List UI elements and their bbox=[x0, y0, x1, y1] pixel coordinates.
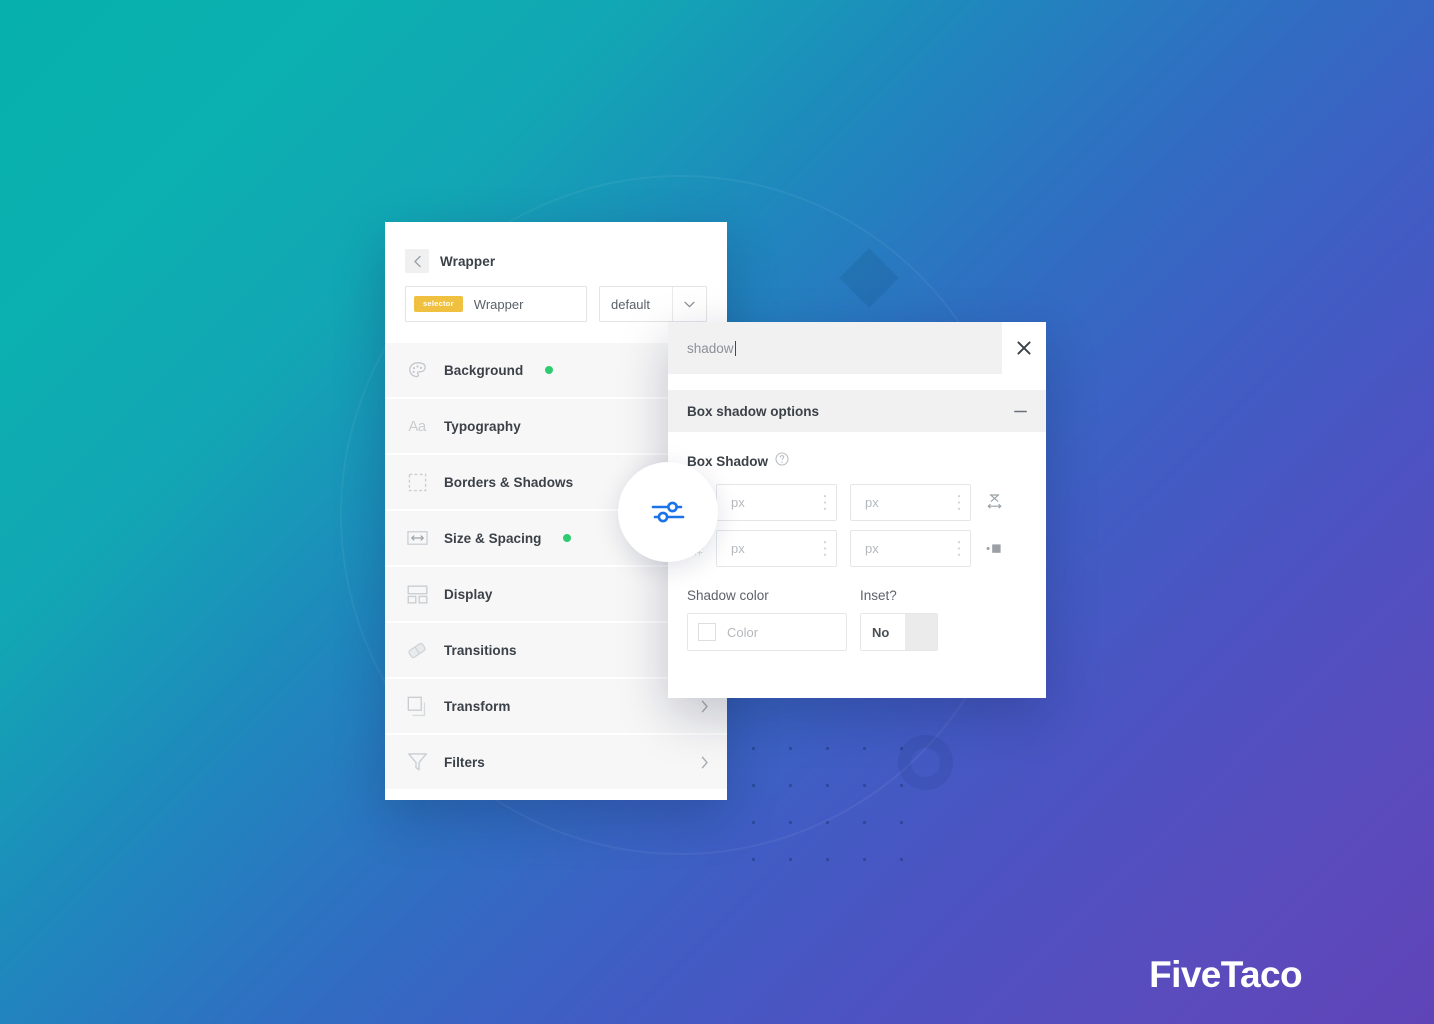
chevron-down-icon[interactable] bbox=[672, 287, 706, 321]
inset-group: Inset? No bbox=[860, 588, 938, 651]
shadow-inputs-grid: px px px px bbox=[687, 484, 1027, 567]
panel-header: Wrapper bbox=[385, 222, 727, 280]
blur-input[interactable]: px bbox=[716, 530, 837, 567]
offset-y-input[interactable]: px bbox=[850, 484, 971, 521]
box-shadow-label: Box Shadow bbox=[687, 454, 769, 469]
text-aa-icon: Aa bbox=[408, 417, 426, 435]
offset-x-placeholder: px bbox=[731, 495, 745, 510]
dialog-search-bar: shadow bbox=[668, 322, 1046, 374]
menu-item-label: Filters bbox=[444, 754, 485, 770]
chevron-left-icon bbox=[413, 255, 421, 267]
menu-item-label: Transform bbox=[444, 698, 511, 714]
stepper-dots-icon[interactable] bbox=[814, 494, 836, 511]
blur-spread-icon bbox=[984, 543, 1004, 554]
shadow-color-input[interactable]: Color bbox=[687, 613, 847, 651]
selector-badge: selector bbox=[414, 296, 463, 312]
layout-blocks-icon bbox=[405, 582, 429, 606]
question-circle-icon[interactable] bbox=[775, 452, 789, 471]
selector-input[interactable]: selector Wrapper bbox=[405, 286, 587, 322]
minimize-button[interactable] bbox=[1014, 410, 1027, 413]
blur-placeholder: px bbox=[731, 541, 745, 556]
toggle-knob[interactable] bbox=[905, 614, 937, 650]
menu-item-label: Display bbox=[444, 586, 493, 602]
menu-item-label: Typography bbox=[444, 418, 521, 434]
brand-logo: FiveTaco bbox=[1149, 954, 1302, 995]
shadow-input-row-2: px px bbox=[687, 530, 1027, 567]
eraser-icon bbox=[405, 638, 429, 662]
close-icon bbox=[1017, 341, 1031, 355]
decorative-dot-grid bbox=[735, 730, 915, 880]
inset-value: No bbox=[872, 624, 890, 640]
menu-item-filters[interactable]: Filters bbox=[385, 735, 727, 791]
dashed-square-icon bbox=[405, 470, 429, 494]
shadow-input-row-1: px px bbox=[687, 484, 1027, 521]
stepper-dots-icon[interactable] bbox=[948, 540, 970, 557]
selector-value: Wrapper bbox=[473, 296, 524, 312]
shadow-color-group: Shadow color Color bbox=[687, 588, 847, 651]
funnel-icon bbox=[405, 750, 429, 774]
chevron-right-icon bbox=[701, 700, 709, 713]
dialog-spacer bbox=[668, 374, 1046, 390]
inset-toggle[interactable]: No bbox=[860, 613, 938, 651]
menu-item-label: Size & Spacing bbox=[444, 530, 542, 546]
box-shadow-field-header: Box Shadow bbox=[687, 452, 1027, 471]
decorative-ring bbox=[898, 735, 953, 790]
spread-placeholder: px bbox=[865, 541, 879, 556]
stepper-dots-icon[interactable] bbox=[948, 494, 970, 511]
section-title: Box shadow options bbox=[687, 403, 820, 419]
shadow-color-inset-row: Shadow color Color Inset? No bbox=[687, 588, 1027, 651]
offset-y-placeholder: px bbox=[865, 495, 879, 510]
offset-x-input[interactable]: px bbox=[716, 484, 837, 521]
color-swatch-icon[interactable] bbox=[698, 623, 716, 641]
search-input[interactable]: shadow bbox=[668, 322, 1002, 374]
stepper-dots-icon[interactable] bbox=[814, 540, 836, 557]
search-input-value: shadow bbox=[687, 340, 734, 356]
shadow-color-placeholder: Color bbox=[727, 624, 759, 640]
text-caret bbox=[734, 340, 736, 356]
overlapping-squares-icon bbox=[405, 694, 429, 718]
menu-item-label: Borders & Shadows bbox=[444, 474, 574, 490]
menu-item-label: Background bbox=[444, 362, 524, 378]
inset-label: Inset? bbox=[860, 588, 897, 603]
page-title: Wrapper bbox=[440, 253, 496, 269]
back-button[interactable] bbox=[405, 249, 429, 273]
settings-fab-button[interactable] bbox=[618, 462, 718, 562]
arrows-horizontal-icon bbox=[405, 526, 429, 550]
dialog-body: Box Shadow px px px px Shadow color Colo… bbox=[668, 432, 1046, 651]
shadow-color-label: Shadow color bbox=[687, 588, 769, 603]
menu-item-label: Transitions bbox=[444, 642, 517, 658]
sliders-icon bbox=[651, 501, 685, 523]
box-shadow-dialog: shadow Box shadow options Box Shadow px … bbox=[668, 322, 1046, 698]
state-dropdown[interactable]: default bbox=[599, 286, 707, 322]
selector-row: selector Wrapper default bbox=[385, 280, 727, 322]
status-dot bbox=[545, 366, 554, 374]
minus-icon bbox=[1014, 410, 1027, 412]
decorative-diamond bbox=[839, 248, 899, 308]
close-button[interactable] bbox=[1002, 322, 1046, 374]
palette-icon bbox=[405, 358, 429, 382]
state-dropdown-value: default bbox=[611, 296, 651, 312]
spread-input[interactable]: px bbox=[850, 530, 971, 567]
offset-axis-icon bbox=[984, 493, 1004, 512]
chevron-right-icon bbox=[701, 756, 709, 769]
section-header[interactable]: Box shadow options bbox=[668, 390, 1046, 432]
status-dot bbox=[563, 534, 572, 542]
